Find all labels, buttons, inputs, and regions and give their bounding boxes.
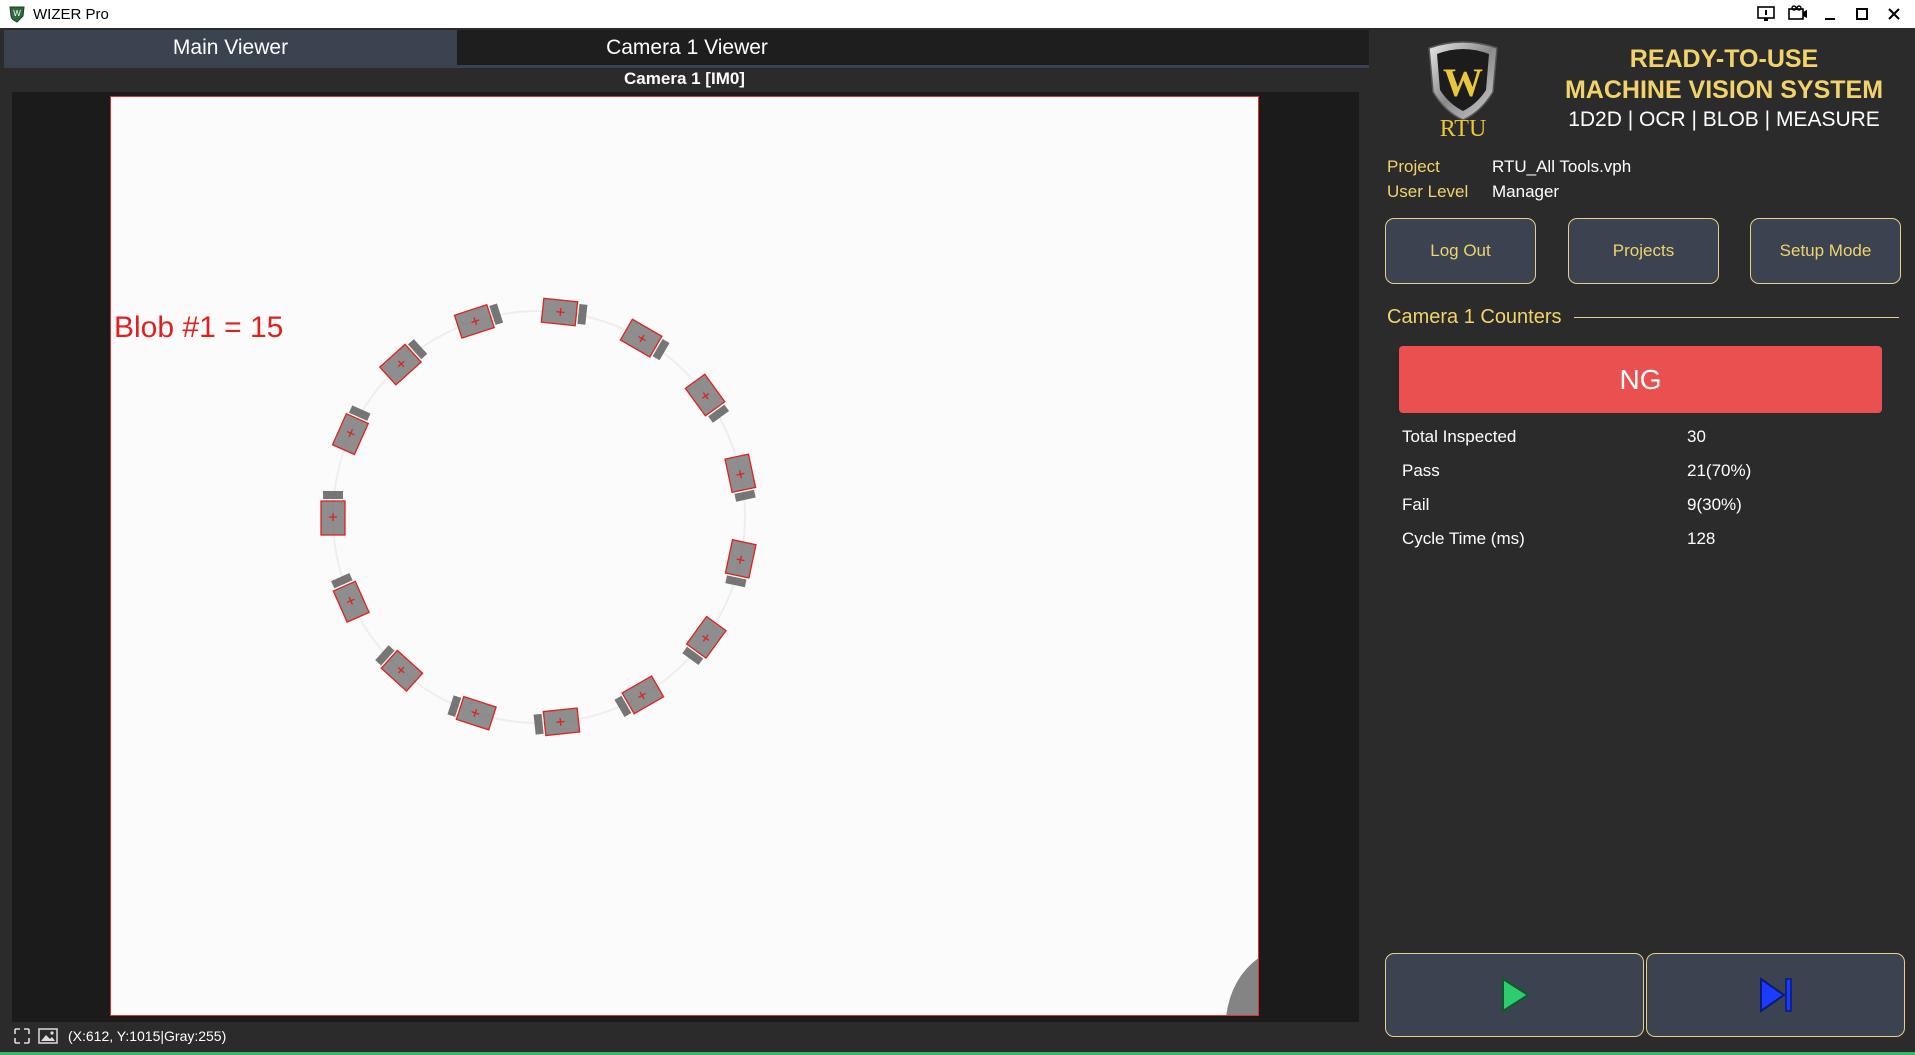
- run-button[interactable]: [1385, 953, 1644, 1037]
- status-bar: (X:612, Y:1015|Gray:255): [12, 1024, 226, 1048]
- project-row: Project RTU_All Tools.vph: [1387, 157, 1631, 177]
- rtu-shield-logo: W RTU: [1428, 41, 1498, 138]
- step-forward-icon: [1759, 977, 1792, 1013]
- blob-marker: [724, 538, 757, 588]
- stat-value: 21(70%): [1687, 461, 1752, 480]
- counters-title-text: Camera 1 Counters: [1387, 306, 1562, 328]
- project-label: Project: [1387, 157, 1440, 176]
- svg-text:W: W: [13, 9, 21, 18]
- inspection-result-badge: NG: [1399, 346, 1882, 413]
- blob-marker: [724, 453, 757, 502]
- stat-total-inspected: Total Inspected 30: [1402, 427, 1706, 447]
- stat-value: 30: [1687, 427, 1706, 446]
- stat-label: Total Inspected: [1402, 427, 1517, 446]
- viewer-area: Main Viewer Camera 1 Viewer Camera 1 [IM…: [0, 28, 1369, 1055]
- svg-text:W: W: [1443, 60, 1483, 105]
- monitor-icon[interactable]: [1753, 2, 1779, 26]
- blob-marker: [331, 572, 370, 623]
- stat-fail: Fail 9(30%): [1402, 495, 1742, 515]
- setup-mode-button[interactable]: Setup Mode: [1750, 218, 1901, 284]
- svg-text:RTU: RTU: [1440, 116, 1487, 138]
- stat-value: 128: [1687, 529, 1716, 548]
- stat-pass: Pass 21(70%): [1402, 461, 1751, 481]
- camera-image[interactable]: Blob #1 = 15: [110, 96, 1259, 1016]
- blob-marker: [447, 695, 497, 731]
- product-subtitle: 1D2D | OCR | BLOB | MEASURE: [1568, 108, 1880, 131]
- app-title: WIZER Pro: [33, 6, 109, 23]
- counters-section-title: Camera 1 Counters: [1387, 306, 1899, 329]
- control-panel: W RTU READY-TO-USE MACHINE VISION SYSTEM…: [1369, 28, 1915, 1055]
- blob-marker: [614, 675, 665, 718]
- app-logo-icon: W: [9, 6, 25, 23]
- blob-marker: [684, 373, 730, 423]
- user-level-row: User Level Manager: [1387, 182, 1559, 202]
- stat-cycle-time: Cycle Time (ms) 128: [1402, 529, 1715, 549]
- blob-marker: [540, 297, 588, 327]
- single-step-button[interactable]: [1646, 953, 1905, 1037]
- product-headline: READY-TO-USE MACHINE VISION SYSTEM: [1539, 44, 1909, 106]
- projector-icon[interactable]: [1785, 2, 1811, 26]
- cursor-coordinates: (X:612, Y:1015|Gray:255): [68, 1028, 227, 1044]
- viewer-tabs: Main Viewer Camera 1 Viewer: [4, 30, 1369, 68]
- project-value: RTU_All Tools.vph: [1492, 157, 1632, 176]
- blob-marker: [619, 318, 670, 361]
- tab-camera-1-viewer[interactable]: Camera 1 Viewer: [457, 30, 917, 65]
- play-icon: [1501, 977, 1530, 1013]
- divider: [1573, 317, 1899, 318]
- blob-marker: [453, 303, 504, 339]
- blob-marker: [533, 707, 581, 737]
- headline-line-2: MACHINE VISION SYSTEM: [1564, 76, 1884, 104]
- user-level-value: Manager: [1492, 182, 1560, 201]
- close-icon[interactable]: [1881, 2, 1907, 26]
- image-viewport[interactable]: Blob #1 = 15: [12, 92, 1359, 1022]
- image-icon[interactable]: [38, 1027, 58, 1045]
- title-bar: W WIZER Pro: [0, 0, 1915, 28]
- blob-marker: [331, 405, 371, 456]
- logout-button[interactable]: Log Out: [1385, 218, 1536, 284]
- stat-label: Pass: [1402, 461, 1440, 480]
- user-level-label: User Level: [1387, 182, 1469, 201]
- camera-title: Camera 1 [IM0]: [624, 69, 745, 88]
- stat-label: Fail: [1402, 495, 1430, 514]
- blob-marker: [320, 491, 346, 536]
- maximize-icon[interactable]: [1849, 2, 1875, 26]
- blob-count-label: Blob #1 = 15: [114, 311, 284, 344]
- fit-view-icon[interactable]: [12, 1027, 32, 1045]
- headline-line-1: READY-TO-USE: [1629, 45, 1819, 73]
- tab-main-viewer[interactable]: Main Viewer: [4, 30, 457, 65]
- stat-value: 9(30%): [1687, 495, 1742, 514]
- blob-ring-image: [320, 297, 1258, 1015]
- stat-label: Cycle Time (ms): [1402, 529, 1525, 548]
- projects-button[interactable]: Projects: [1568, 218, 1719, 284]
- minimize-icon[interactable]: [1817, 2, 1843, 26]
